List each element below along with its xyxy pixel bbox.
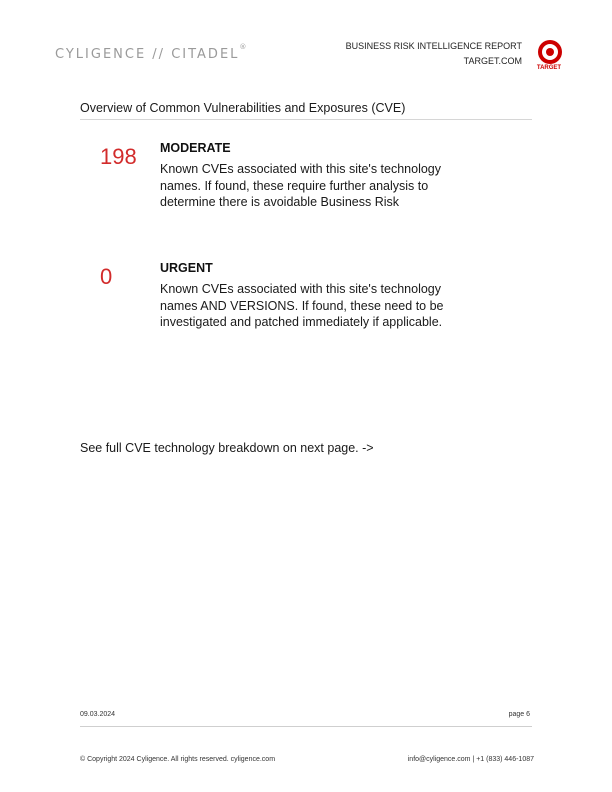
registered-mark: ® — [239, 43, 247, 51]
moderate-cve-count: 198 — [100, 144, 137, 169]
page-number: page 6 — [508, 711, 530, 718]
urgent-description: Known CVEs associated with this site's t… — [160, 282, 444, 329]
moderate-severity-label: MODERATE — [160, 141, 231, 155]
footer-divider — [80, 726, 532, 727]
brand-text: CYLIGENCE // CITADEL — [55, 47, 240, 62]
section-divider — [80, 119, 532, 120]
report-date: 09.03.2024 — [80, 711, 116, 718]
contact-info: info@cyligence.com | +1 (833) 446-1087 — [407, 756, 534, 763]
report-domain: TARGET.COM — [463, 56, 522, 66]
moderate-description: Known CVEs associated with this site's t… — [160, 162, 441, 209]
urgent-cve-count: 0 — [100, 264, 113, 289]
logo-wordmark: TARGET — [536, 65, 562, 71]
next-page-note: See full CVE technology breakdown on nex… — [80, 441, 374, 455]
brand-name: CYLIGENCE // CITADEL® — [55, 43, 246, 62]
report-title: BUSINESS RISK INTELLIGENCE REPORT — [345, 41, 522, 51]
section-title: Overview of Common Vulnerabilities and E… — [80, 101, 406, 115]
copyright-text: © Copyright 2024 Cyligence. All rights r… — [80, 756, 276, 763]
urgent-severity-label: URGENT — [160, 261, 213, 275]
